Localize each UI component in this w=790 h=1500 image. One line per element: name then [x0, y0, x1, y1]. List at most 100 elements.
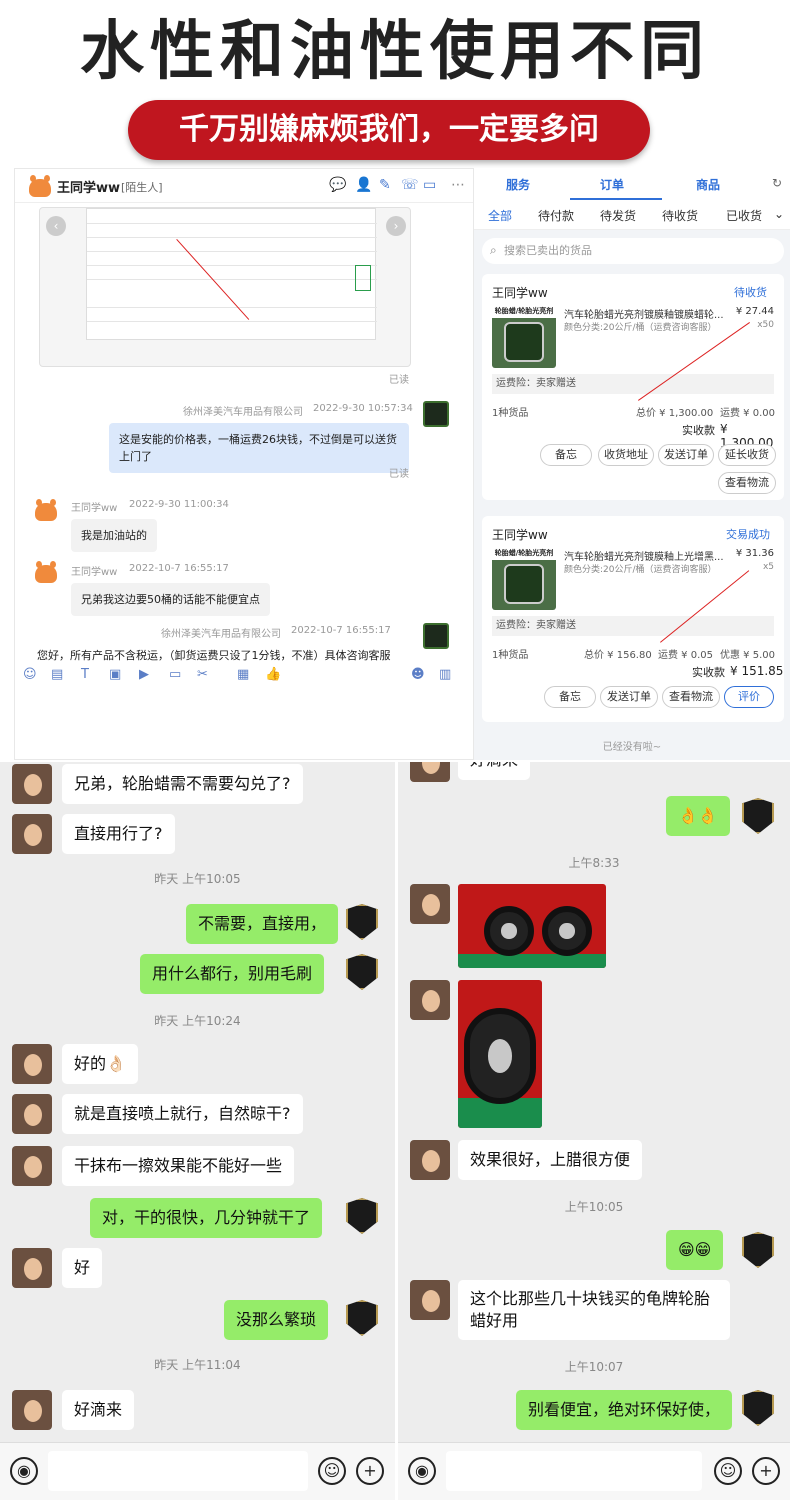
- shop-avatar: [423, 401, 449, 427]
- shop-avatar: [342, 1298, 382, 1338]
- message-input[interactable]: [446, 1451, 702, 1491]
- plus-icon[interactable]: +: [356, 1457, 384, 1485]
- message-bubble: 这个比那些几十块钱买的龟牌轮胎蜡好用: [458, 1280, 730, 1340]
- customer-avatar: [410, 762, 450, 782]
- folder-icon[interactable]: ▭: [169, 667, 181, 682]
- shipping-fee: 运费 ¥ 0.05: [658, 650, 713, 661]
- memo-button[interactable]: 备忘: [540, 444, 592, 466]
- msg-sender: 王同学ww: [71, 567, 118, 578]
- pc-chat-window: 王同学ww [陌生人] 💬 👤 ✎ ☏ ▭ ⋯ ‹ › 已读 徐州泽美汽车用品有…: [14, 168, 474, 760]
- freight-insurance: 运费险：卖家赠送: [492, 616, 774, 636]
- subtitle-banner: 千万别嫌麻烦我们，一定要多问: [128, 100, 650, 160]
- refresh-icon[interactable]: ↻: [772, 176, 782, 190]
- message-bubble: 我是加油站的: [71, 519, 157, 552]
- video-icon[interactable]: ▭: [423, 177, 436, 193]
- tire-closeup-photo[interactable]: [458, 980, 542, 1128]
- chat-icon[interactable]: 💬: [329, 177, 346, 193]
- order-panel: 服务 订单 商品 ↻ 全部 待付款 待发货 待收货 已收货 ⌄ 搜索已卖出的货品…: [474, 168, 790, 760]
- shop-avatar: [342, 1196, 382, 1236]
- shop-avatar: [738, 796, 778, 836]
- order-card[interactable]: 王同学ww 待收货 轮胎蜡/轮胎光亮剂 汽车轮胎蜡光亮剂镀膜釉镀膜蜡轮... 颜…: [482, 274, 784, 500]
- thumbs-up-icon[interactable]: 👍: [265, 667, 281, 682]
- product-thumbnail: 轮胎蜡/轮胎光亮剂: [492, 546, 556, 610]
- phone-icon[interactable]: ☏: [401, 177, 419, 193]
- msg-sender: 徐州泽美汽车用品有限公司: [183, 407, 303, 418]
- send-order-button[interactable]: 发送订单: [658, 444, 714, 466]
- customer-avatar: [12, 1146, 52, 1186]
- voice-icon[interactable]: ◉: [408, 1457, 436, 1485]
- subtab-all[interactable]: 全部: [488, 207, 512, 224]
- next-image-button[interactable]: ›: [386, 216, 406, 236]
- customer-avatar: [410, 884, 450, 924]
- msg-time: 2022-10-7 16:55:17: [129, 563, 229, 574]
- document-icon[interactable]: ▥: [439, 667, 451, 682]
- discount: 优惠 ¥ 5.00: [720, 650, 775, 661]
- address-button[interactable]: 收货地址: [598, 444, 654, 466]
- tab-orders[interactable]: 订单: [600, 176, 624, 193]
- price-sheet-image[interactable]: ‹ ›: [39, 207, 411, 367]
- extend-receipt-button[interactable]: 延长收货: [718, 444, 776, 466]
- emoji-icon[interactable]: ☺: [714, 1457, 742, 1485]
- subtab-pending-payment[interactable]: 待付款: [538, 207, 574, 224]
- scissors-icon[interactable]: ✂: [197, 667, 208, 682]
- memo-button[interactable]: 备忘: [544, 686, 596, 708]
- truck-wheel-photo[interactable]: [458, 884, 606, 968]
- review-button[interactable]: 评价: [724, 686, 774, 708]
- subtab-pending-shipment[interactable]: 待发货: [600, 207, 636, 224]
- user-add-icon[interactable]: 👤: [355, 177, 372, 193]
- message-bubble: 👌👌: [666, 796, 730, 836]
- message-bubble: 没那么繁琐: [224, 1300, 329, 1340]
- shipping-fee: 运费 ¥ 0.00: [720, 408, 775, 419]
- view-logistics-button[interactable]: 查看物流: [662, 686, 720, 708]
- emoji-icon[interactable]: ☺: [318, 1457, 346, 1485]
- order-search-input[interactable]: 搜索已卖出的货品: [482, 238, 784, 264]
- timestamp: 上午10:05: [564, 1200, 624, 1214]
- subtab-received[interactable]: 已收货: [726, 207, 762, 224]
- customer-avatar: [12, 1094, 52, 1134]
- freight-insurance: 运费险：卖家赠送: [492, 374, 774, 394]
- message-bubble: 好滴来: [458, 762, 531, 780]
- order-total: 总价 ¥ 156.80: [584, 650, 652, 661]
- contact-card-icon[interactable]: ▤: [51, 667, 63, 682]
- message-text: 您好，所有产品不含税运，（卸货运费只设了1分钱，不准）具体咨询客服: [37, 649, 391, 662]
- shop-avatar: [342, 952, 382, 992]
- order-status: 交易成功: [726, 528, 770, 541]
- voice-icon[interactable]: ◉: [10, 1457, 38, 1485]
- timestamp: 昨天 上午10:05: [154, 872, 241, 886]
- msg-time: 2022-9-30 11:00:34: [129, 499, 229, 510]
- phone-chat-left: 兄弟，轮胎蜡需不需要勾兑了? 直接用行了? 昨天 上午10:05 不需要，直接用…: [0, 762, 395, 1500]
- edit-icon[interactable]: ✎: [379, 177, 391, 193]
- emoji-icon[interactable]: ☺: [23, 667, 37, 682]
- image-icon[interactable]: ▣: [109, 667, 121, 682]
- message-bubble: 好滴来: [62, 1390, 135, 1430]
- customer-avatar: [410, 980, 450, 1020]
- subtab-pending-receipt[interactable]: 待收货: [662, 207, 698, 224]
- message-input[interactable]: [48, 1451, 308, 1491]
- order-card[interactable]: 王同学ww 交易成功 轮胎蜡/轮胎光亮剂 汽车轮胎蜡光亮剂镀膜釉上光增黑... …: [482, 516, 784, 722]
- chevron-down-icon[interactable]: ⌄: [774, 207, 784, 221]
- customer-avatar: [12, 764, 52, 804]
- more-icon[interactable]: ⋯: [451, 177, 465, 193]
- shop-avatar: [738, 1388, 778, 1428]
- message-bubble: 用什么都行，别用毛刷: [140, 954, 325, 994]
- view-logistics-button[interactable]: 查看物流: [718, 472, 776, 494]
- buyer-name: 王同学ww: [492, 286, 548, 300]
- product-thumbnail: 轮胎蜡/轮胎光亮剂: [492, 304, 556, 368]
- video-file-icon[interactable]: ▶: [139, 667, 149, 682]
- tab-service[interactable]: 服务: [506, 176, 530, 193]
- smile-icon[interactable]: ☻: [411, 667, 425, 682]
- msg-time: 2022-9-30 10:57:34: [313, 403, 413, 414]
- calculator-icon[interactable]: ▦: [237, 667, 249, 682]
- shop-avatar: [342, 902, 382, 942]
- customer-avatar: [410, 1280, 450, 1320]
- product-title: 汽车轮胎蜡光亮剂镀膜釉上光增黑...: [564, 552, 724, 563]
- shop-avatar: [423, 623, 449, 649]
- plus-icon[interactable]: +: [752, 1457, 780, 1485]
- tab-products[interactable]: 商品: [696, 176, 720, 193]
- message-bubble: 对，干的很快，几分钟就干了: [90, 1198, 323, 1238]
- buyer-name: 王同学ww: [492, 528, 548, 542]
- prev-image-button[interactable]: ‹: [46, 216, 66, 236]
- text-icon[interactable]: T: [81, 667, 89, 682]
- send-order-button[interactable]: 发送订单: [600, 686, 658, 708]
- msg-time: 2022-10-7 16:55:17: [291, 625, 391, 636]
